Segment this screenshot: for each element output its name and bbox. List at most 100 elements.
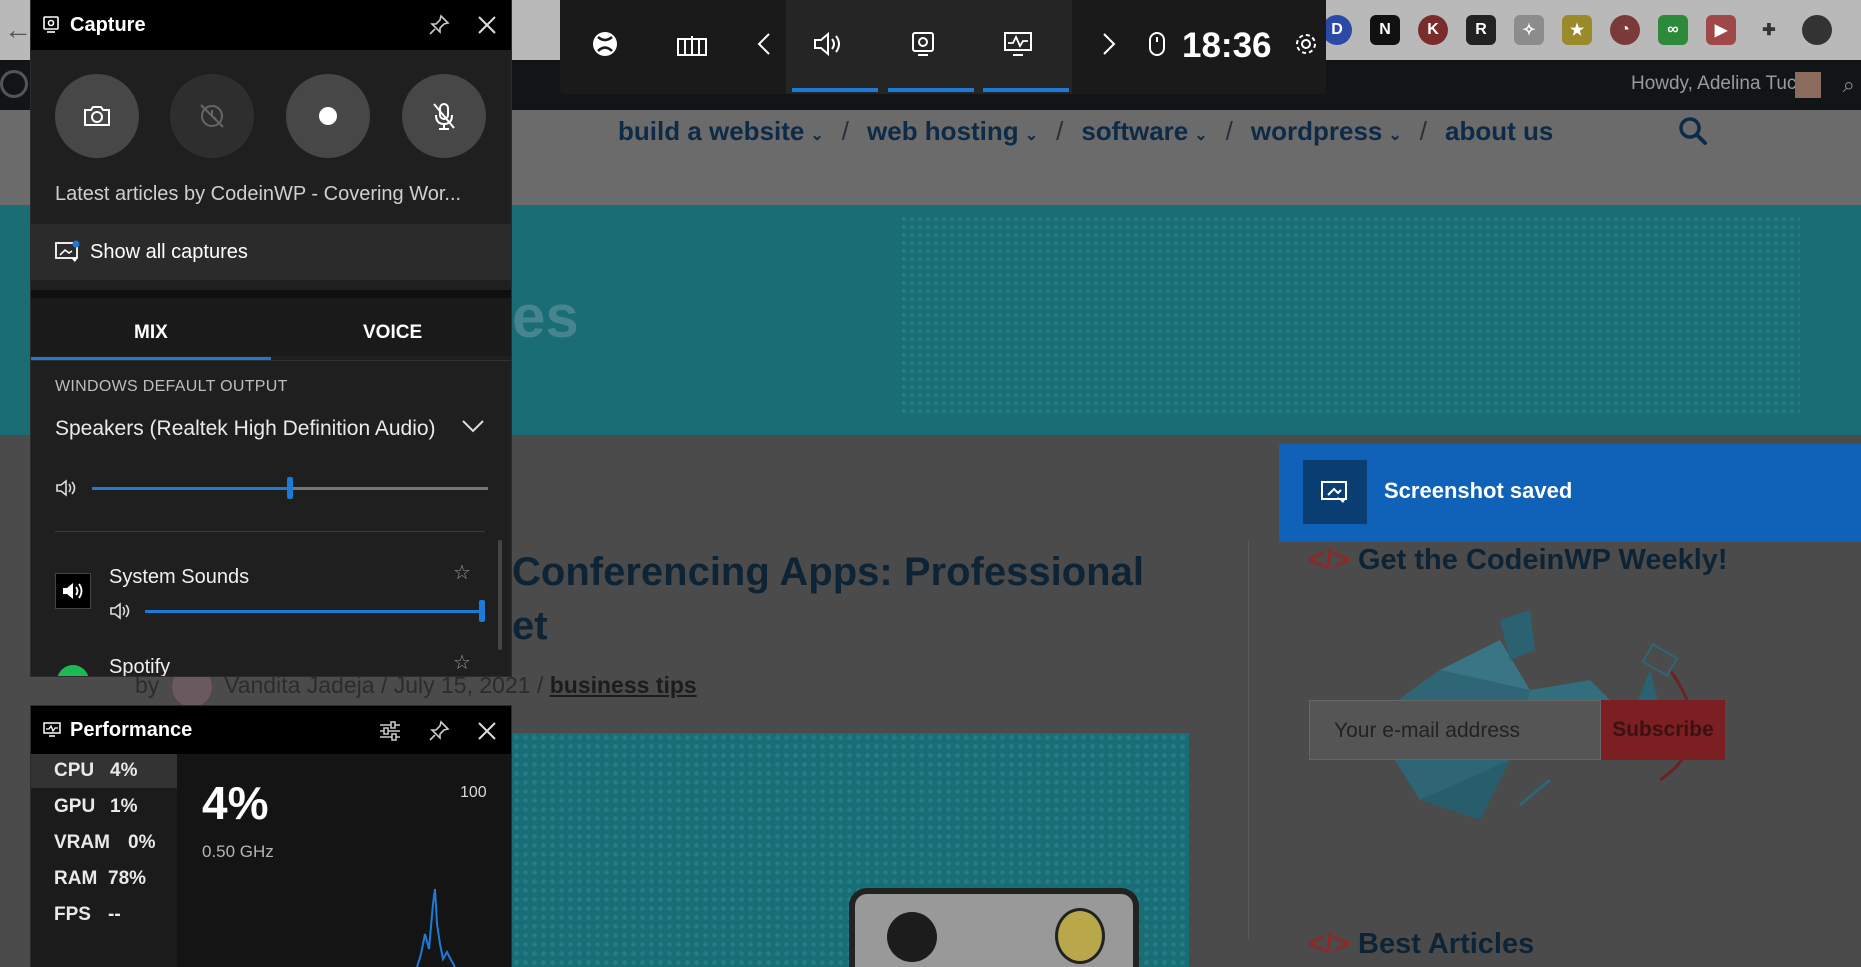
widget-menu-icon[interactable] [672, 24, 712, 64]
admin-search-icon[interactable]: ⌕ [1843, 72, 1855, 98]
extension-grey-icon[interactable]: ✧ [1514, 15, 1544, 45]
extension-bar: D N K R ✧ ★ ◔ ∞ ▶ ✚ [1322, 10, 1832, 50]
mouse-icon[interactable] [1137, 24, 1177, 64]
audio-tabs: MIX VOICE [31, 290, 511, 361]
pin-icon[interactable] [426, 718, 452, 744]
mic-toggle-button[interactable] [402, 74, 486, 158]
capture-source-label: Latest articles by CodeinWP - Covering W… [55, 183, 462, 205]
site-nav: build a website ⌄ / web hosting ⌄ / softwa… [618, 116, 1553, 147]
performance-title: Performance [70, 719, 193, 741]
speaker-icon[interactable] [55, 478, 79, 503]
nav-separator: / [1225, 116, 1233, 146]
tab-mix[interactable]: MIX [134, 322, 168, 344]
performance-widget-icon [43, 722, 61, 743]
close-icon[interactable] [474, 12, 500, 38]
metric-ram[interactable]: RAM 78% [31, 862, 177, 896]
extension-chart-icon[interactable]: ◔ [1610, 15, 1640, 45]
performance-widget-icon[interactable] [998, 24, 1038, 64]
capture-title: Capture [70, 14, 146, 36]
nav-item-web-hosting[interactable]: web hosting ⌄ [867, 116, 1038, 147]
extension-yellow-icon[interactable]: ★ [1562, 15, 1592, 45]
puzzle-icon[interactable]: ✚ [1754, 15, 1784, 45]
options-icon[interactable] [377, 718, 403, 744]
record-last-button[interactable] [170, 74, 254, 158]
gear-icon[interactable] [1286, 24, 1326, 64]
camera-icon [84, 106, 110, 126]
featured-image[interactable] [512, 733, 1189, 967]
star-icon[interactable]: ☆ [453, 650, 471, 675]
audio-widget-icon[interactable] [808, 24, 848, 64]
active-indicator [888, 88, 974, 92]
close-icon[interactable] [474, 718, 500, 744]
metric-fps[interactable]: FPS -- [31, 898, 177, 932]
back-arrow-icon[interactable]: ← [4, 14, 32, 46]
output-section-label: WINDOWS DEFAULT OUTPUT [55, 378, 288, 395]
code-tag-icon: </> [1308, 544, 1350, 576]
output-device-select[interactable]: Speakers (Realtek High Definition Audio) [55, 417, 436, 441]
extension-k-icon[interactable]: K [1418, 15, 1448, 45]
admin-avatar[interactable] [1795, 72, 1821, 98]
screenshot-saved-toast[interactable]: Screenshot saved [1279, 444, 1861, 542]
slider-thumb[interactable] [287, 477, 293, 499]
chevron-down-icon[interactable] [461, 418, 485, 439]
nav-item-about-us[interactable]: about us [1445, 116, 1553, 147]
extension-green-icon[interactable]: ∞ [1658, 15, 1688, 45]
show-all-captures-button[interactable]: Show all captures [31, 224, 511, 280]
article-category[interactable]: business tips [550, 672, 697, 698]
screenshot-button[interactable] [55, 74, 139, 158]
metric-gpu[interactable]: GPU 1% [31, 790, 177, 824]
clock: 18:36 [1182, 26, 1272, 65]
gallery-icon [55, 240, 81, 269]
graph-max-label: 100 [460, 784, 487, 801]
subscribe-button[interactable]: Subscribe [1601, 700, 1725, 760]
star-icon[interactable]: ☆ [453, 560, 471, 585]
nav-item-software[interactable]: software ⌄ [1081, 116, 1207, 147]
hero-title: es [512, 283, 579, 350]
world-map-pattern [900, 215, 1800, 415]
email-input[interactable]: Your e-mail address [1309, 700, 1601, 760]
sidebar-divider [1248, 540, 1249, 940]
divider [31, 360, 511, 361]
record-icon [319, 107, 337, 125]
person-illustration [1055, 908, 1105, 964]
extension-r-icon[interactable]: R [1466, 15, 1496, 45]
record-last-icon [200, 104, 224, 128]
spotify-label: Spotify [109, 656, 171, 676]
pin-icon[interactable] [426, 12, 452, 38]
slider-thumb[interactable] [479, 600, 485, 622]
nav-item-build-website[interactable]: build a website ⌄ [618, 116, 824, 147]
capture-header: Capture [31, 0, 511, 50]
capture-widget-icon[interactable] [903, 24, 943, 64]
profile-avatar[interactable] [1802, 15, 1832, 45]
admin-greeting[interactable]: Howdy, Adelina Tuca [1631, 73, 1807, 95]
mic-off-icon [433, 103, 455, 130]
divider [55, 531, 485, 532]
xbox-icon[interactable] [585, 24, 625, 64]
start-recording-button[interactable] [286, 74, 370, 158]
spotify-icon [57, 665, 89, 676]
article-title[interactable]: Conferencing Apps: Professional et [512, 545, 1212, 653]
search-icon[interactable] [1678, 116, 1708, 154]
illustration-card [849, 888, 1139, 967]
metric-cpu[interactable]: CPU 4% [31, 754, 177, 788]
capture-widget: Capture Latest articles by CodeinWP - Co… [31, 0, 511, 676]
notion-icon[interactable]: N [1370, 15, 1400, 45]
metric-vram[interactable]: VRAM 0% [31, 826, 177, 860]
meta-separator: / [536, 672, 544, 699]
extension-d-icon[interactable]: D [1322, 15, 1352, 45]
newsletter-title: </> Get the CodeinWP Weekly! [1308, 544, 1728, 576]
extension-arrow-icon[interactable]: ▶ [1706, 15, 1736, 45]
tab-voice[interactable]: VOICE [363, 322, 422, 344]
slider-fill [145, 610, 485, 613]
master-volume-slider[interactable] [92, 477, 488, 499]
speaker-icon[interactable] [109, 601, 133, 626]
gallery-icon [1303, 460, 1367, 524]
nav-item-wordpress[interactable]: wordpress ⌄ [1251, 116, 1402, 147]
chevron-right-icon[interactable] [1089, 24, 1129, 64]
scrollbar[interactable] [498, 540, 502, 650]
system-sounds-volume-slider[interactable] [145, 600, 485, 622]
code-tag-icon: </> [1308, 928, 1350, 960]
wordpress-logo-icon[interactable] [0, 70, 28, 98]
chevron-left-icon[interactable] [744, 24, 784, 64]
chevron-down-icon: ⌄ [1194, 127, 1208, 144]
